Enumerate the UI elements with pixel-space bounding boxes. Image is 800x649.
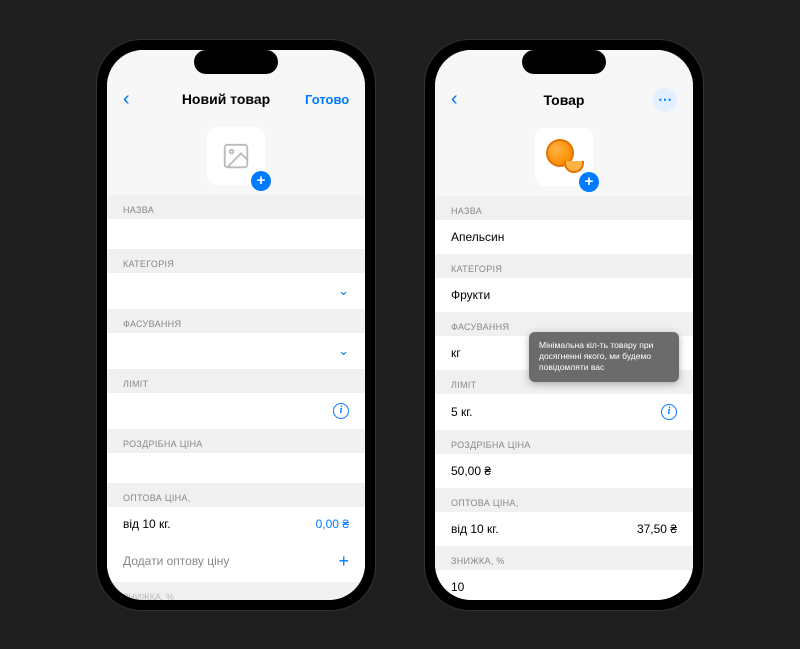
retail-price-input[interactable]: 50,00 ₴ — [435, 454, 693, 488]
chevron-down-icon: ⌄ — [338, 343, 349, 359]
wholesale-price-row[interactable]: від 10 кг. 37,50 ₴ — [435, 512, 693, 546]
name-input[interactable] — [107, 219, 365, 249]
phone-right: ‹ Товар ⋯ + НАЗВА Апельсин КАТЕГОРІЯ Фру… — [425, 40, 703, 610]
image-placeholder-icon — [221, 141, 251, 171]
category-select[interactable]: ⌄ — [107, 273, 365, 309]
category-value: Фрукти — [451, 288, 490, 302]
label-name: НАЗВА — [107, 195, 365, 219]
orange-image — [544, 137, 584, 177]
more-button[interactable]: ⋯ — [653, 88, 677, 112]
chevron-down-icon: ⌄ — [338, 283, 349, 299]
wholesale-from: від 10 кг. — [123, 517, 171, 531]
done-button[interactable]: Готово — [305, 92, 349, 107]
limit-value: 5 кг. — [451, 405, 473, 419]
add-image-button[interactable]: + — [579, 172, 599, 192]
notch — [194, 50, 278, 74]
limit-input[interactable]: 5 кг. i — [435, 394, 693, 430]
label-wholesale: ОПТОВА ЦІНА, — [435, 488, 693, 512]
info-icon[interactable]: i — [333, 403, 349, 419]
info-icon[interactable]: i — [661, 404, 677, 420]
screen-left: ‹ Новий товар Готово + НАЗВА КАТЕГОРІЯ — [107, 50, 365, 600]
notch — [522, 50, 606, 74]
wholesale-price-row[interactable]: від 10 кг. 0,00 ₴ — [107, 507, 365, 541]
form: НАЗВА Апельсин КАТЕГОРІЯ Фрукти ФАСУВАНН… — [435, 196, 693, 600]
packaging-value: кг — [451, 346, 461, 360]
product-image[interactable]: + — [535, 128, 593, 186]
product-image-slot: + — [107, 121, 365, 195]
label-discount-cut: ЗНИЖКА, % — [107, 582, 365, 600]
limit-tooltip: Мінімальна кіл-ть товару при досягненні … — [529, 332, 679, 382]
label-packaging: ФАСУВАННЯ — [107, 309, 365, 333]
product-image-placeholder[interactable]: + — [207, 127, 265, 185]
label-category: КАТЕГОРІЯ — [435, 254, 693, 278]
label-retail: РОЗДРІБНА ЦІНА — [107, 429, 365, 453]
back-button[interactable]: ‹ — [123, 88, 147, 111]
limit-input[interactable]: i — [107, 393, 365, 429]
wholesale-price-value: 0,00 ₴ — [316, 517, 349, 531]
add-image-button[interactable]: + — [251, 171, 271, 191]
add-wholesale-label: Додати оптову ціну — [123, 554, 229, 568]
name-value: Апельсин — [451, 230, 504, 244]
retail-price-input[interactable] — [107, 453, 365, 483]
label-wholesale: ОПТОВА ЦІНА, — [107, 483, 365, 507]
screen-right: ‹ Товар ⋯ + НАЗВА Апельсин КАТЕГОРІЯ Фру… — [435, 50, 693, 600]
label-name: НАЗВА — [435, 196, 693, 220]
add-wholesale-button[interactable]: Додати оптову ціну + — [107, 541, 365, 582]
page-title: Товар — [544, 92, 585, 108]
wholesale-price-value: 37,50 ₴ — [637, 522, 677, 536]
discount-value: 10 — [451, 580, 464, 594]
phone-left: ‹ Новий товар Готово + НАЗВА КАТЕГОРІЯ — [97, 40, 375, 610]
back-button[interactable]: ‹ — [451, 88, 475, 111]
discount-input[interactable]: 10 — [435, 570, 693, 600]
plus-icon: + — [338, 551, 349, 572]
label-retail: РОЗДРІБНА ЦІНА — [435, 430, 693, 454]
name-input[interactable]: Апельсин — [435, 220, 693, 254]
form: НАЗВА КАТЕГОРІЯ ⌄ ФАСУВАННЯ ⌄ ЛІМІТ i РО… — [107, 195, 365, 600]
page-title: Новий товар — [182, 91, 270, 107]
product-image-slot: + — [435, 122, 693, 196]
label-discount: ЗНИЖКА, % — [435, 546, 693, 570]
wholesale-from: від 10 кг. — [451, 522, 499, 536]
label-category: КАТЕГОРІЯ — [107, 249, 365, 273]
packaging-select[interactable]: ⌄ — [107, 333, 365, 369]
retail-value: 50,00 ₴ — [451, 464, 491, 478]
category-select[interactable]: Фрукти — [435, 278, 693, 312]
label-limit: ЛІМІТ — [107, 369, 365, 393]
